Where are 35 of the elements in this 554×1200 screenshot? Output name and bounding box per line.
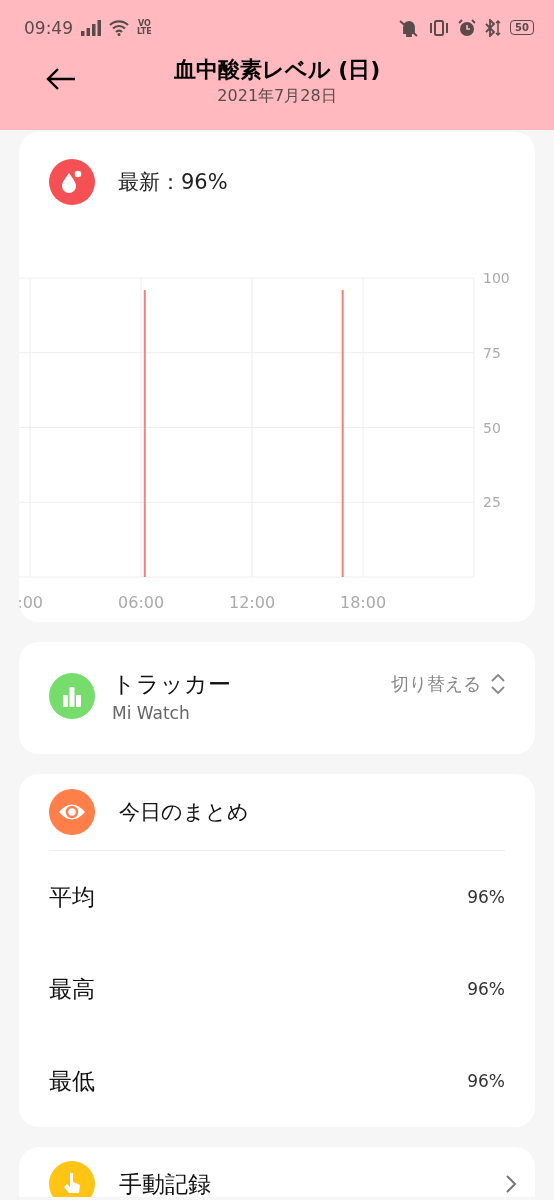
chevron-right-icon	[505, 1174, 517, 1194]
vibrate-icon	[428, 18, 451, 37]
latest-reading: 最新：96%	[118, 169, 228, 196]
y-axis-label: 50	[483, 419, 501, 436]
tracker-title: トラッカー	[112, 670, 232, 699]
y-axis-label: 75	[483, 344, 501, 361]
switch-tracker-button[interactable]: 切り替える	[391, 672, 505, 696]
signal-icon	[81, 19, 101, 36]
network-label: VO LTE	[137, 19, 152, 36]
page-title: 血中酸素レベル (日)	[172, 56, 382, 84]
bluetooth-icon	[484, 18, 503, 37]
y-axis-label: 100	[483, 270, 510, 286]
stat-label: 最低	[49, 1066, 95, 1096]
stat-label: 平均	[49, 882, 95, 912]
status-time: 09:49	[24, 17, 73, 38]
x-axis-label: :00	[19, 593, 43, 612]
manual-record-row[interactable]: 手動記録	[19, 1147, 535, 1197]
stat-label: 最高	[49, 974, 95, 1004]
up-down-chevron-icon	[491, 673, 505, 695]
x-axis-label: 18:00	[339, 593, 387, 612]
x-axis-label: 06:00	[118, 593, 165, 612]
alarm-icon	[458, 18, 477, 37]
stat-value: 96%	[467, 887, 505, 907]
summary-title: 今日のまとめ	[119, 799, 249, 826]
bar-chart-icon	[49, 673, 95, 719]
stat-value: 96%	[467, 979, 505, 999]
page-date: 2021年7月28日	[216, 85, 338, 107]
eye-icon	[49, 789, 95, 835]
device-name: Mi Watch	[112, 703, 191, 723]
y-axis-label: 25	[483, 494, 501, 511]
wifi-icon	[109, 19, 129, 36]
drop-icon	[49, 159, 95, 205]
x-axis-label: 12:00	[229, 593, 276, 612]
stat-value: 96%	[467, 1071, 505, 1091]
battery-indicator: 50	[510, 20, 534, 35]
